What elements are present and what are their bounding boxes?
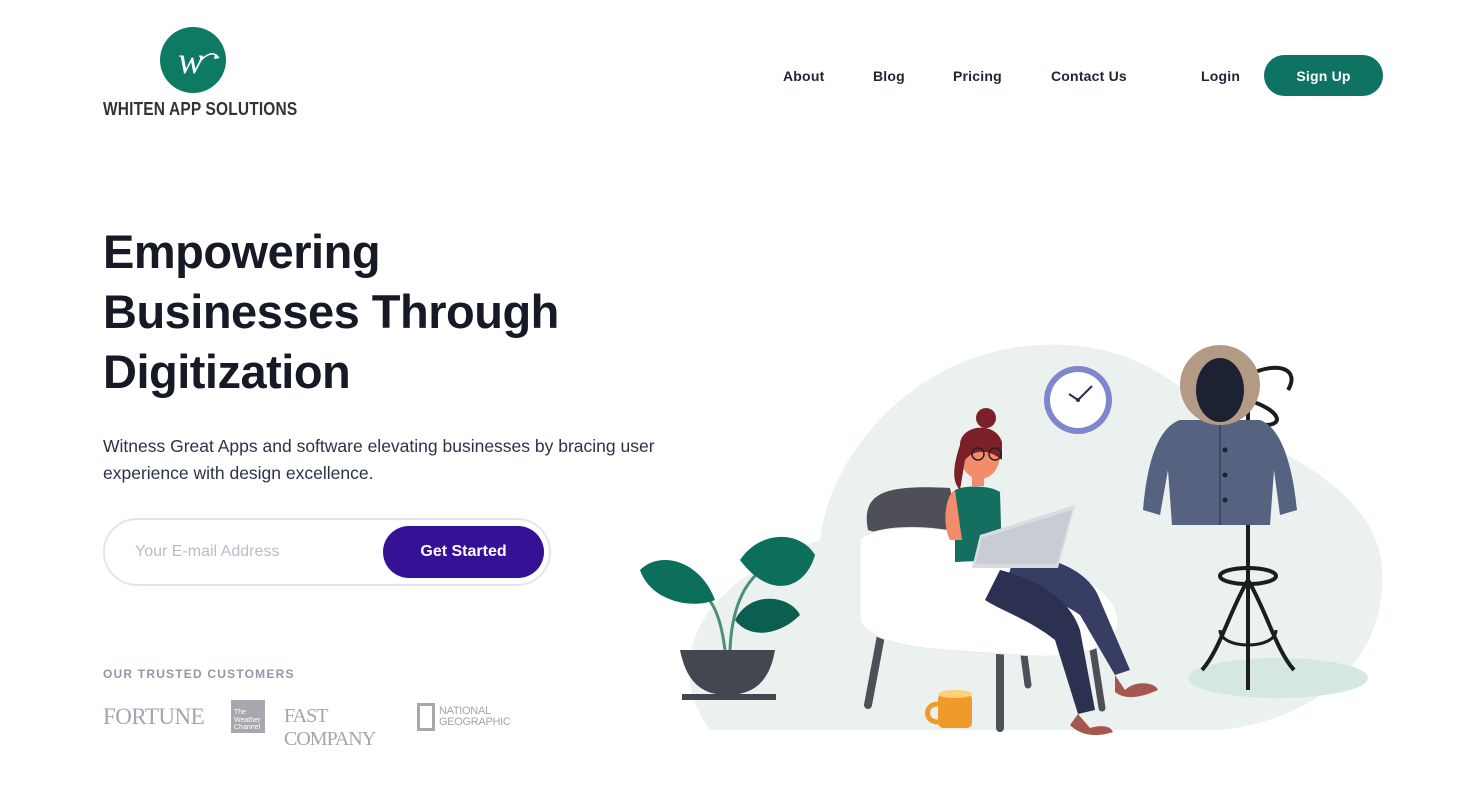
logo-mark-icon: w <box>160 27 226 93</box>
hero-title-line-2: Businesses Through <box>103 285 559 338</box>
floor-shadow <box>1188 658 1368 698</box>
get-started-button[interactable]: Get Started <box>383 526 544 578</box>
national-geographic-logo: NATIONAL GEOGRAPHIC <box>417 702 511 732</box>
nav-blog[interactable]: Blog <box>873 68 905 84</box>
natgeo-frame-icon <box>417 703 435 731</box>
brand-logo[interactable]: w WHITEN APP SOLUTIONS <box>103 27 297 127</box>
hero-title-line-3: Digitization <box>103 345 351 398</box>
nav-contact-us[interactable]: Contact Us <box>1051 68 1127 84</box>
wall-clock-icon <box>1044 366 1112 434</box>
trusted-customers-label: OUR TRUSTED CUSTOMERS <box>103 667 295 681</box>
nav-login[interactable]: Login <box>1201 68 1240 84</box>
nav-about[interactable]: About <box>783 68 824 84</box>
hero-title-line-1: Empowering <box>103 225 381 278</box>
hero-title: Empowering Businesses Through Digitizati… <box>103 222 663 402</box>
hero-subtitle: Witness Great Apps and software elevatin… <box>103 436 655 483</box>
email-signup-form: Get Started <box>103 518 551 586</box>
natgeo-line-2: GEOGRAPHIC <box>439 716 511 728</box>
hero-illustration <box>640 344 1383 736</box>
weather-channel-logo: The Weather Channel <box>231 700 265 733</box>
email-input[interactable] <box>135 534 375 570</box>
fast-company-logo: FAST COMPANY <box>284 705 376 750</box>
nav-pricing[interactable]: Pricing <box>953 68 1002 84</box>
fortune-logo: FORTUNE <box>103 704 205 729</box>
signup-button[interactable]: Sign Up <box>1264 55 1383 96</box>
brand-name: WHITEN APP SOLUTIONS <box>103 99 298 119</box>
